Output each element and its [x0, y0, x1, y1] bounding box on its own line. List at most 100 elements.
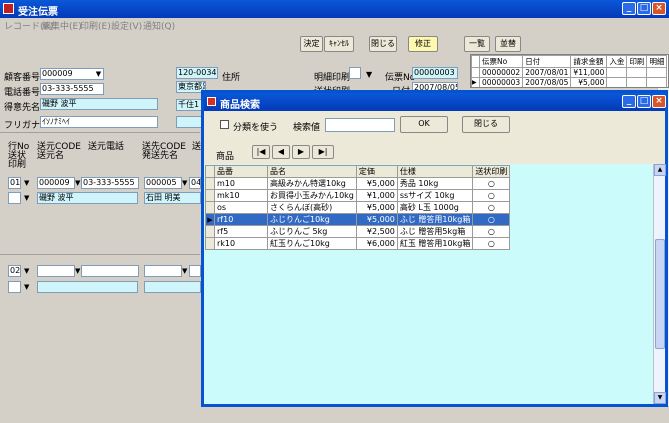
detail-blank-area	[0, 204, 201, 252]
row-pointer	[205, 177, 215, 190]
dialog-scrollbar[interactable]: ▲ ▼	[653, 164, 666, 404]
cell-price: ¥1,000	[355, 189, 398, 202]
maximize-icon[interactable]: □	[637, 2, 651, 15]
col-header: 品番	[214, 165, 268, 178]
cell-name: 高級みかん特選10kg	[267, 177, 357, 190]
row-pointer	[205, 165, 215, 178]
minimize-icon[interactable]: _	[622, 95, 636, 108]
table-row[interactable]: m10 高級みかん特選10kg ¥5,000 秀品 10kg ○	[205, 177, 511, 190]
to-code-field[interactable]: 000005	[144, 177, 182, 189]
from-phone-field[interactable]: 03-333-5555	[81, 177, 139, 189]
to-short-field[interactable]	[189, 265, 201, 277]
cell-spec: ふじ 贈答用10kg箱	[396, 213, 474, 226]
address2-field[interactable]: 千住1	[176, 99, 202, 111]
modify-badge: 修正	[408, 36, 438, 52]
next-record-icon[interactable]: ▶	[292, 145, 310, 159]
close-button[interactable]: 閉じる	[462, 116, 510, 133]
detail-print-label: 明細印刷	[314, 73, 351, 83]
cell-spec: ssサイズ 10kg	[396, 189, 474, 202]
to-name-field[interactable]	[144, 281, 201, 293]
scroll-thumb[interactable]	[655, 239, 665, 349]
from-name-field[interactable]	[37, 281, 138, 293]
kana-field[interactable]: ｲｿﾉﾅﾐﾍｲ	[40, 116, 158, 128]
chevron-down-icon: ▼	[24, 194, 30, 202]
prev-record-icon[interactable]: ◀	[272, 145, 290, 159]
from-phone-header: 送元電話	[88, 142, 125, 152]
line-no-field[interactable]: 01	[8, 177, 21, 189]
detail-print-select[interactable]	[349, 67, 361, 79]
from-code-field[interactable]: 000009	[37, 177, 75, 189]
table-row[interactable]: ▶ 00000003 2007/08/05 ¥5,000	[471, 77, 668, 87]
use-category-checkbox[interactable]	[220, 120, 229, 129]
close-icon[interactable]: ×	[652, 2, 666, 15]
cell-code: rf5	[214, 225, 268, 238]
last-record-icon[interactable]: ▶|	[312, 145, 334, 159]
close-icon[interactable]: ×	[652, 95, 666, 108]
menu-notify[interactable]: 通知(Q)	[143, 19, 175, 32]
scroll-down-icon[interactable]: ▼	[654, 392, 666, 404]
from-phone-field[interactable]	[81, 265, 139, 277]
slip-no-label: 伝票No	[385, 73, 416, 83]
table-row[interactable]: rk10 紅玉りんご10kg ¥6,000 紅玉 贈答用10kg箱 ○	[205, 237, 511, 250]
slip-no-field[interactable]: 00000003	[412, 67, 458, 79]
line-no-field[interactable]: 02	[8, 265, 21, 277]
col-header: 品名	[267, 165, 357, 178]
cell-price: ¥5,000	[355, 177, 398, 190]
table-row[interactable]: os さくらんぼ(高砂) ¥5,000 高砂 L玉 1000g ○	[205, 201, 511, 214]
cell	[626, 77, 648, 87]
phone-field[interactable]: 03-333-5555	[40, 83, 104, 95]
to-name-field[interactable]: 石田 明美	[144, 192, 201, 204]
cell-print: ○	[472, 189, 511, 202]
cancel-button[interactable]: ｷｬﾝｾﾙ	[324, 36, 354, 52]
cell-code: os	[214, 201, 268, 214]
dest-label: 得意先名	[4, 103, 41, 113]
first-record-icon[interactable]: |◀	[252, 145, 270, 159]
row-pointer-icon: ▶	[471, 77, 480, 87]
search-input[interactable]	[325, 118, 395, 132]
decide-button[interactable]: 決定	[300, 36, 323, 52]
table-row[interactable]: mk10 お買得小玉みかん10kg ¥1,000 ssサイズ 10kg ○	[205, 189, 511, 202]
menu-settings[interactable]: 設定(V)	[111, 19, 142, 32]
minimize-icon[interactable]: _	[622, 2, 636, 15]
table-row[interactable]: 00000002 2007/08/01 ¥11,000	[471, 67, 668, 78]
use-category-label: 分類を使う	[233, 123, 279, 133]
row-pointer	[205, 201, 215, 214]
cell: 00000002	[478, 67, 524, 78]
search-value-label: 検索値	[293, 123, 321, 133]
row-pointer	[471, 55, 480, 68]
ship-print-select[interactable]	[8, 192, 21, 204]
app-icon	[3, 3, 14, 14]
row-pointer	[471, 67, 480, 78]
chevron-down-icon: ▼	[182, 267, 188, 275]
grid-header: 請求金額	[570, 55, 608, 68]
ship-print-select[interactable]	[8, 281, 21, 293]
menu-edit[interactable]: 編集中(E)	[42, 19, 82, 32]
row-pointer	[205, 225, 215, 238]
address3-field[interactable]	[176, 116, 202, 128]
cell: 2007/08/01	[522, 67, 572, 78]
cell-print: ○	[472, 177, 511, 190]
list-button[interactable]: 一覧	[464, 36, 490, 52]
scroll-up-icon[interactable]: ▲	[654, 164, 666, 176]
cell: 00000003	[478, 77, 524, 87]
ok-button[interactable]: OK	[400, 116, 448, 133]
to-short-field[interactable]: 04	[189, 177, 201, 189]
dest-field[interactable]: 磯野 波平	[40, 98, 158, 110]
maximize-icon[interactable]: □	[637, 95, 651, 108]
product-label: 商品	[216, 152, 235, 162]
table-row[interactable]: rf5 ふじりんご 5kg ¥2,500 ふじ 贈答用5kg箱 ○	[205, 225, 511, 238]
cell	[606, 67, 628, 78]
to-code-field[interactable]	[144, 265, 182, 277]
from-name-header: 送元名	[37, 151, 65, 161]
customer-no-select[interactable]: 000009 ▼	[40, 68, 104, 80]
cell-print: ○	[472, 237, 511, 250]
table-row-selected[interactable]: ▶ rf10 ふじりんご10kg ¥5,000 ふじ 贈答用10kg箱 ○	[205, 213, 511, 226]
from-name-field[interactable]: 磯野 波平	[37, 192, 138, 204]
from-code-field[interactable]	[37, 265, 75, 277]
chevron-down-icon: ▼	[24, 179, 30, 187]
menu-print[interactable]: 印刷(E)	[80, 19, 111, 32]
close-button[interactable]: 閉じる	[369, 36, 397, 52]
dialog-titlebar: 商品検索 _ □ ×	[204, 93, 666, 111]
zip-field[interactable]: 120-0034	[176, 67, 218, 79]
sort-button[interactable]: 並替	[495, 36, 521, 52]
